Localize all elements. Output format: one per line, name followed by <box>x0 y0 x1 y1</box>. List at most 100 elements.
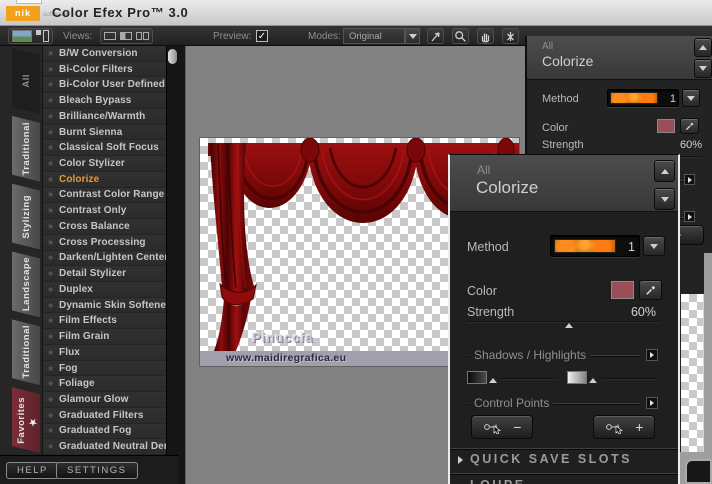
scroll-up-button[interactable] <box>654 160 675 182</box>
filter-item-classical-soft-focus[interactable]: ★ Classical Soft Focus <box>43 140 166 157</box>
shadows-chip[interactable] <box>467 371 487 384</box>
star-icon[interactable]: ★ <box>47 143 54 152</box>
star-icon[interactable]: ★ <box>47 301 54 310</box>
star-icon[interactable]: ★ <box>47 316 54 325</box>
star-icon[interactable]: ★ <box>47 411 54 420</box>
color-swatch[interactable] <box>611 281 634 299</box>
star-icon[interactable]: ★ <box>47 96 54 105</box>
control-points-expand-button[interactable] <box>646 397 658 409</box>
star-icon[interactable]: ★ <box>47 253 54 262</box>
star-icon[interactable]: ★ <box>47 395 54 404</box>
star-icon[interactable]: ★ <box>47 332 54 341</box>
category-tab-favorites[interactable]: Favorites ★ <box>12 387 40 453</box>
star-icon[interactable]: ★ <box>47 112 54 121</box>
category-tab-traditional[interactable]: Traditional ★ <box>12 319 40 385</box>
view-split-button[interactable] <box>120 32 132 40</box>
filter-item-b-w-conversion[interactable]: ★ B/W Conversion <box>43 46 166 62</box>
cursor-tool-button[interactable] <box>427 28 444 44</box>
star-icon[interactable]: ★ <box>47 65 54 74</box>
method-dropdown-button[interactable] <box>643 236 665 256</box>
filter-item-bi-color-user-defined[interactable]: ★ Bi-Color User Defined <box>43 77 166 94</box>
filter-item-foliage[interactable]: ★ Foliage <box>43 376 166 393</box>
star-icon[interactable]: ★ <box>47 426 54 435</box>
star-icon[interactable]: ★ <box>47 206 54 215</box>
filter-item-dynamic-skin-softener[interactable]: ★ Dynamic Skin Softener <box>43 297 170 314</box>
category-tab-stylizing[interactable]: Stylizing ★ <box>12 184 40 250</box>
compare-tool-button[interactable] <box>502 28 519 44</box>
scroll-down-button[interactable] <box>694 59 712 78</box>
help-button[interactable]: HELP <box>6 462 59 479</box>
star-icon[interactable]: ★ <box>47 49 54 58</box>
filter-item-darken-lighten-center[interactable]: ★ Darken/Lighten Center <box>43 250 168 267</box>
shadows-highlights-expand-button[interactable] <box>684 174 695 185</box>
filter-item-detail-stylizer[interactable]: ★ Detail Stylizer <box>43 266 166 283</box>
filter-item-color-stylizer[interactable]: ★ Color Stylizer <box>43 156 166 172</box>
star-icon[interactable]: ★ <box>47 285 54 294</box>
category-tab-traditional[interactable]: Traditional ★ <box>12 116 40 182</box>
eyedropper-button[interactable] <box>680 118 699 134</box>
eyedropper-button[interactable] <box>639 280 662 300</box>
star-icon[interactable]: ★ <box>47 348 54 357</box>
strength-slider[interactable] <box>467 321 660 323</box>
preview-checkbox[interactable]: ✓ <box>256 30 268 42</box>
filter-item-brilliance-warmth[interactable]: ★ Brilliance/Warmth <box>43 108 166 125</box>
method-preview-bezel[interactable]: 1 <box>607 89 679 107</box>
zoom-tool-button[interactable] <box>452 28 469 44</box>
filter-item-fog[interactable]: ★ Fog <box>43 360 166 377</box>
modes-dropdown-arrow[interactable] <box>405 28 420 44</box>
method-preview-bezel[interactable]: 1 <box>550 235 640 257</box>
star-icon[interactable]: ★ <box>47 159 54 168</box>
shadows-highlights-expand-button[interactable] <box>646 349 658 361</box>
add-control-point-button[interactable]: + <box>593 415 655 439</box>
shadows-slider-thumb[interactable] <box>489 378 497 383</box>
modes-select[interactable]: Original Image <box>343 28 405 57</box>
highlights-chip[interactable] <box>567 371 587 384</box>
star-icon[interactable]: ★ <box>47 442 54 451</box>
filter-item-burnt-sienna[interactable]: ★ Burnt Sienna <box>43 124 166 141</box>
filter-item-film-grain[interactable]: ★ Film Grain <box>43 329 166 345</box>
filter-item-cross-processing[interactable]: ★ Cross Processing <box>43 234 166 251</box>
highlights-slider-thumb[interactable] <box>589 378 597 383</box>
filter-item-colorize[interactable]: ★ Colorize <box>43 171 166 188</box>
shadows-slider[interactable] <box>501 378 558 380</box>
pan-tool-button[interactable] <box>477 28 494 44</box>
filter-item-contrast-only[interactable]: ★ Contrast Only <box>43 203 166 220</box>
star-icon[interactable]: ★ <box>47 364 54 373</box>
category-tab-all[interactable]: All ★ <box>12 48 40 114</box>
filter-item-glamour-glow[interactable]: ★ Glamour Glow <box>43 392 166 408</box>
view-compare-button[interactable] <box>136 32 149 40</box>
star-icon[interactable]: ★ <box>47 128 54 137</box>
filter-item-flux[interactable]: ★ Flux <box>43 344 166 361</box>
scrollbar-thumb[interactable] <box>168 49 177 64</box>
quick-save-slots-header[interactable]: QUICK SAVE SLOTS <box>470 452 632 466</box>
filter-item-graduated-filters[interactable]: ★ Graduated Filters <box>43 407 166 424</box>
star-icon[interactable]: ★ <box>47 175 54 184</box>
view-single-button[interactable] <box>104 32 116 40</box>
filter-item-graduated-neutral-density[interactable]: ★ Graduated Neutral Density <box>43 439 188 456</box>
filter-item-bleach-bypass[interactable]: ★ Bleach Bypass <box>43 93 166 109</box>
star-icon[interactable]: ★ <box>47 379 54 388</box>
settings-button[interactable]: SETTINGS <box>56 462 138 479</box>
strength-slider-thumb[interactable] <box>565 323 573 328</box>
filter-item-duplex[interactable]: ★ Duplex <box>43 282 166 298</box>
layout-icon[interactable] <box>36 30 49 42</box>
image-thumbnail-icon[interactable] <box>12 30 32 42</box>
star-icon[interactable]: ★ <box>47 190 54 199</box>
control-points-expand-button[interactable] <box>684 211 695 222</box>
star-icon[interactable]: ★ <box>47 238 54 247</box>
filter-list-scrollbar[interactable] <box>166 46 178 455</box>
category-tab-landscape[interactable]: Landscape ★ <box>12 251 40 317</box>
filter-item-cross-balance[interactable]: ★ Cross Balance <box>43 219 166 235</box>
loupe-header[interactable]: LOUPE <box>470 478 526 484</box>
star-icon[interactable]: ★ <box>47 80 54 89</box>
scroll-down-button[interactable] <box>654 188 675 210</box>
star-icon[interactable]: ★ <box>47 222 54 231</box>
scroll-up-button[interactable] <box>694 38 712 57</box>
remove-control-point-button[interactable]: − <box>471 415 533 439</box>
filter-item-bi-color-filters[interactable]: ★ Bi-Color Filters <box>43 61 166 78</box>
filter-item-contrast-color-range[interactable]: ★ Contrast Color Range <box>43 187 166 204</box>
filter-item-graduated-fog[interactable]: ★ Graduated Fog <box>43 423 166 440</box>
method-dropdown-button[interactable] <box>682 89 700 107</box>
color-swatch[interactable] <box>657 119 675 133</box>
highlights-slider[interactable] <box>601 378 658 380</box>
